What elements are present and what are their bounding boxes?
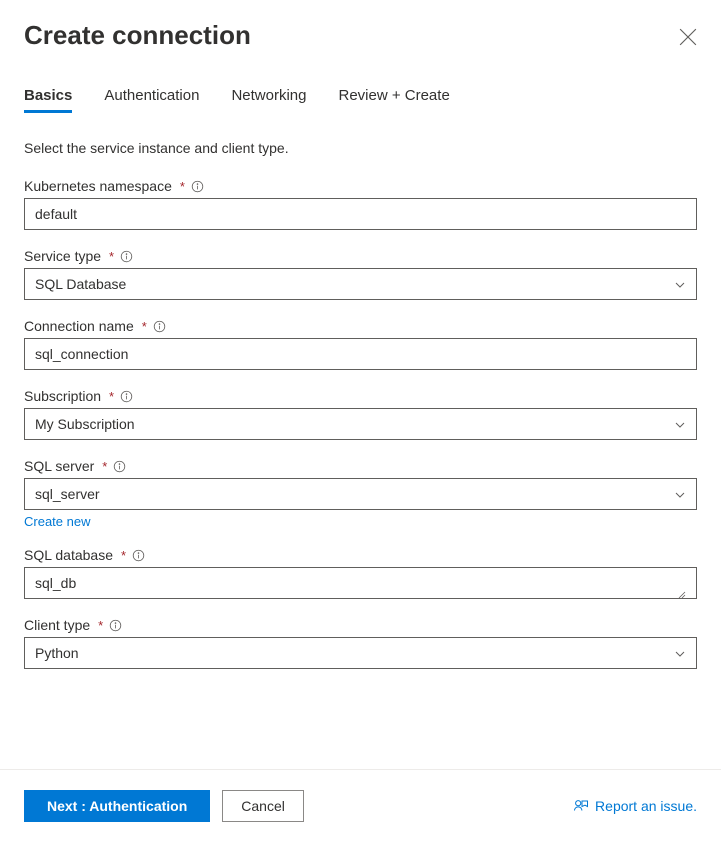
- sql-server-select[interactable]: sql_server: [24, 478, 697, 510]
- required-indicator: *: [109, 389, 114, 404]
- service-type-value: SQL Database: [35, 276, 126, 292]
- intro-text: Select the service instance and client t…: [24, 140, 697, 156]
- client-type-select[interactable]: Python: [24, 637, 697, 669]
- required-indicator: *: [180, 179, 185, 194]
- service-type-label: Service type: [24, 248, 101, 264]
- report-issue-link[interactable]: Report an issue.: [573, 798, 697, 814]
- sql-server-label: SQL server: [24, 458, 94, 474]
- next-button[interactable]: Next : Authentication: [24, 790, 210, 822]
- info-icon[interactable]: [113, 460, 126, 473]
- connection-name-label: Connection name: [24, 318, 134, 334]
- tab-authentication[interactable]: Authentication: [104, 87, 199, 112]
- sql-server-value: sql_server: [35, 486, 100, 502]
- required-indicator: *: [142, 319, 147, 334]
- required-indicator: *: [121, 548, 126, 563]
- sql-database-value: sql_db: [35, 575, 76, 591]
- info-icon[interactable]: [109, 619, 122, 632]
- tab-basics[interactable]: Basics: [24, 87, 72, 112]
- connection-name-input[interactable]: [35, 339, 686, 369]
- info-icon[interactable]: [132, 549, 145, 562]
- client-type-label: Client type: [24, 617, 90, 633]
- cancel-button[interactable]: Cancel: [222, 790, 304, 822]
- tab-review-create[interactable]: Review + Create: [338, 87, 449, 112]
- namespace-input-wrapper: [24, 198, 697, 230]
- report-issue-text: Report an issue.: [595, 798, 697, 814]
- service-type-select[interactable]: SQL Database: [24, 268, 697, 300]
- chevron-down-icon: [674, 418, 686, 430]
- client-type-value: Python: [35, 645, 79, 661]
- resize-handle-icon[interactable]: [676, 586, 686, 596]
- required-indicator: *: [102, 459, 107, 474]
- sql-database-input-wrapper[interactable]: sql_db: [24, 567, 697, 599]
- create-new-link[interactable]: Create new: [24, 514, 90, 529]
- close-icon[interactable]: [679, 28, 697, 46]
- required-indicator: *: [109, 249, 114, 264]
- required-indicator: *: [98, 618, 103, 633]
- info-icon[interactable]: [120, 390, 133, 403]
- page-title: Create connection: [24, 20, 251, 51]
- namespace-input[interactable]: [35, 199, 686, 229]
- tab-bar: Basics Authentication Networking Review …: [24, 87, 697, 112]
- sql-database-label: SQL database: [24, 547, 113, 563]
- feedback-icon: [573, 798, 589, 814]
- namespace-label: Kubernetes namespace: [24, 178, 172, 194]
- tab-networking[interactable]: Networking: [231, 87, 306, 112]
- subscription-value: My Subscription: [35, 416, 135, 432]
- subscription-label: Subscription: [24, 388, 101, 404]
- info-icon[interactable]: [153, 320, 166, 333]
- subscription-select[interactable]: My Subscription: [24, 408, 697, 440]
- chevron-down-icon: [674, 278, 686, 290]
- info-icon[interactable]: [191, 180, 204, 193]
- info-icon[interactable]: [120, 250, 133, 263]
- chevron-down-icon: [674, 488, 686, 500]
- connection-name-input-wrapper: [24, 338, 697, 370]
- chevron-down-icon: [674, 647, 686, 659]
